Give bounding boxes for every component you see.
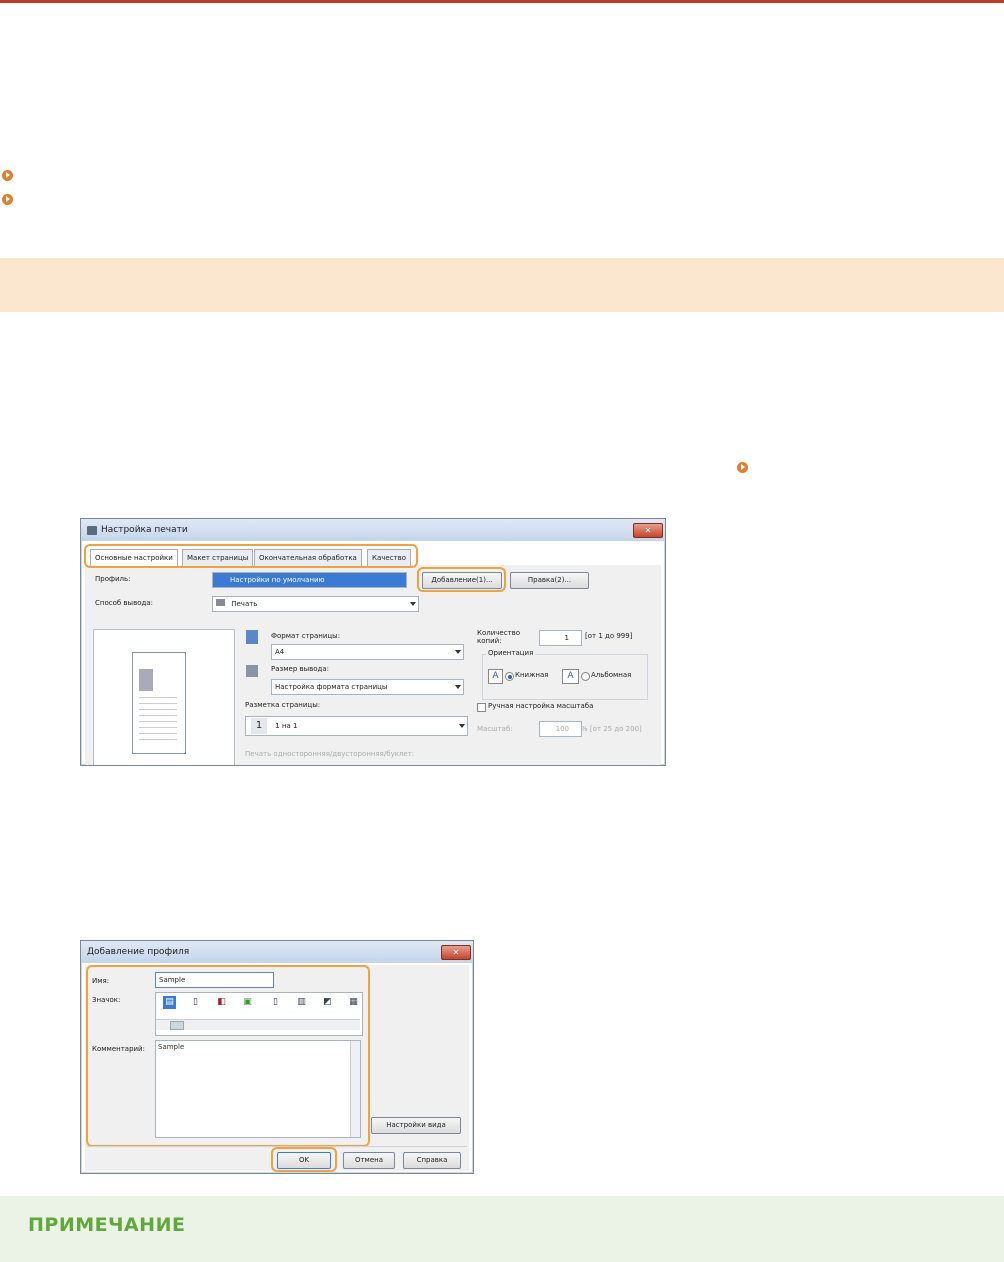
page-size-icon [246,630,258,644]
icon-label: Значок: [92,996,121,1004]
dialog-title: Настройка печати [101,525,188,535]
output-method-value: Печать [231,600,258,608]
orientation-label: Ориентация [486,649,536,657]
scale-input[interactable]: 100 [539,721,582,737]
dialog-title-bar: Настройка печати [81,519,665,541]
chevron-down-icon [455,650,461,654]
copies-input[interactable]: 1 [539,630,582,646]
link-item-2[interactable] [0,191,13,207]
output-size-value: Настройка формата страницы [275,683,388,691]
name-value: Sample [159,976,186,984]
comment-textarea[interactable]: Sample [155,1040,361,1138]
add-profile-dialog: Добавление профиля ✕ Имя: Sample Значок:… [80,940,474,1174]
landscape-label: Альбомная [591,671,632,679]
close-button[interactable]: ✕ [441,945,471,960]
image-icon[interactable]: ▣ [241,996,254,1009]
page-size-label: Формат страницы: [271,632,341,640]
profile-select[interactable]: Настройки по умолчанию [212,572,407,588]
text-lines [139,697,177,698]
name-input[interactable]: Sample [155,972,274,988]
link-item-1[interactable] [0,167,13,183]
portrait-icon: A [488,669,503,684]
profile-value: Настройки по умолчанию [230,576,325,584]
portrait-radio[interactable] [505,672,514,681]
printer-icon [87,525,97,535]
arrow-right-icon [737,461,748,473]
scale-value: 100 [555,725,569,733]
dialog-title: Добавление профиля [87,947,190,957]
text-icon[interactable]: ▦ [347,996,360,1009]
doc-icon[interactable]: ▯ [189,996,202,1009]
print-settings-dialog: Настройка печати ✕ Основные настройки Ма… [80,518,666,766]
copies-value: 1 [564,634,569,642]
page-preview-icon [132,652,186,754]
copies-label: Количество копий: [477,629,521,645]
output-size-label: Размер вывода: [271,665,330,673]
scrollbar-thumb[interactable] [170,1021,184,1030]
book-icon[interactable]: ▥ [295,996,308,1009]
page-layout-select[interactable]: 1 1 на 1 [245,716,468,736]
cancel-button[interactable]: Отмена [343,1152,395,1169]
help-button[interactable]: Справка [403,1152,461,1169]
scale-range: % [от 25 до 200] [581,725,642,733]
output-size-icon [246,665,258,677]
note-title: ПРИМЕЧАНИЕ [28,1214,186,1236]
ok-button-highlight [271,1147,337,1172]
scale-label: Масштаб: [477,725,513,733]
flag-icon[interactable]: ◩ [321,996,334,1009]
printer-small-icon [216,599,225,606]
arrow-right-icon [2,169,13,181]
close-button[interactable]: ✕ [633,523,663,538]
comment-value: Sample [158,1043,185,1051]
profile-label: Профиль: [95,575,131,583]
output-method-label: Способ вывода: [95,599,153,607]
page-size-value: A4 [275,648,285,656]
chevron-down-icon [410,602,416,606]
page-layout-number: 1 [251,718,267,734]
doc-icon[interactable]: ▯ [269,996,282,1009]
output-method-select[interactable]: Печать [212,596,419,612]
doc-icon[interactable]: ▤ [163,996,176,1009]
dialog-title-bar: Добавление профиля [81,941,473,963]
chevron-down-icon [459,724,465,728]
textarea-scrollbar[interactable] [350,1041,360,1137]
manual-scale-label: Ручная настройка масштаба [488,702,594,710]
chevron-down-icon [455,685,461,689]
name-label: Имя: [92,977,110,985]
doc-icon[interactable]: ◧ [215,996,228,1009]
icon-scrollbar[interactable] [156,1019,360,1030]
edit-profile-button[interactable]: Правка(2)... [510,572,589,589]
image-block [139,669,153,691]
duplex-label: Печать односторонняя/двусторонняя/буклет… [245,750,415,758]
landscape-icon: A [562,669,579,684]
top-rule [0,0,1004,3]
copies-range: [от 1 до 999] [585,632,633,640]
inline-link[interactable] [735,459,748,475]
arrow-right-icon [2,193,13,205]
landscape-radio[interactable] [581,672,590,681]
portrait-label: Книжная [515,671,549,679]
view-settings-button[interactable]: Настройки вида [371,1117,461,1134]
page-layout-value: 1 на 1 [275,722,298,730]
page-preview [93,629,235,765]
add-button-highlight [417,567,506,592]
comment-label: Комментарий: [92,1045,145,1053]
page-size-select[interactable]: A4 [271,644,464,660]
page-layout-label: Разметка страницы: [245,701,321,709]
output-size-select[interactable]: Настройка формата страницы [271,679,464,695]
section-header-band [0,258,1004,312]
manual-scale-checkbox[interactable] [477,703,486,712]
tabs-highlight [84,544,418,568]
